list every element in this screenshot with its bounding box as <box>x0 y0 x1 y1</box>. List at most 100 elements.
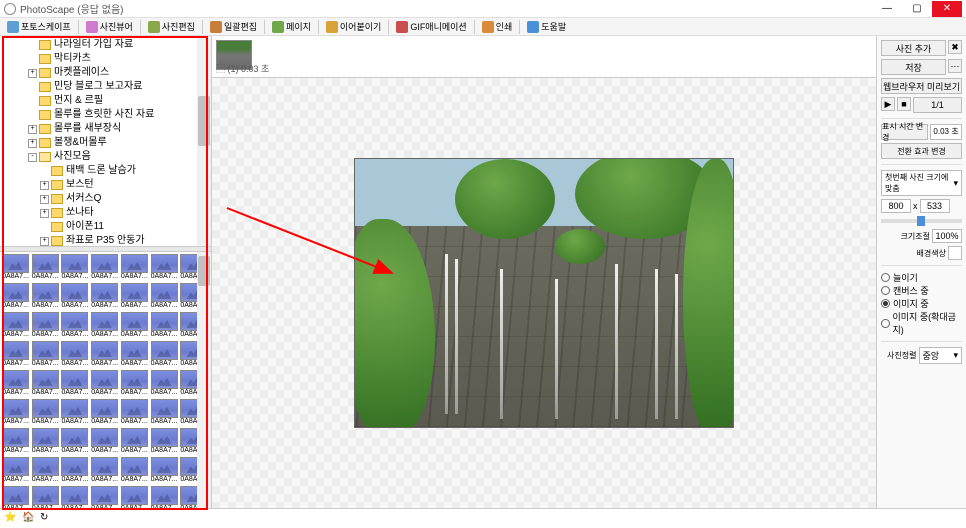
thumbnail[interactable]: 0A8A7... <box>151 370 178 398</box>
thumbnail[interactable]: 0A8A7... <box>121 254 148 282</box>
toolbar-6[interactable]: GIF애니메이션 <box>393 19 469 35</box>
tree-scrollbar[interactable] <box>197 36 211 246</box>
thumbnail[interactable]: 0A8A7... <box>32 399 59 427</box>
height-field[interactable]: 533 <box>920 199 950 213</box>
thumbnail[interactable]: 0A8A7... <box>61 370 88 398</box>
thumbnail[interactable]: 0A8A7... <box>151 457 178 485</box>
thumbnail[interactable]: 0A8A7... <box>2 370 29 398</box>
effect-change-button[interactable]: 전환 효과 변경 <box>881 143 962 159</box>
fit-radio-1[interactable]: 캔버스 중 <box>881 284 962 297</box>
width-field[interactable]: 800 <box>881 199 911 213</box>
fit-radio-0[interactable]: 늘이기 <box>881 271 962 284</box>
thumbnail[interactable]: 0A8A7... <box>61 399 88 427</box>
resize-value[interactable]: 100% <box>932 229 962 243</box>
save-button[interactable]: 저장 <box>881 59 946 75</box>
tree-item[interactable]: +마켓플레이스 <box>4 66 207 80</box>
thumbnail[interactable]: 0A8A7... <box>61 254 88 282</box>
folder-tree[interactable]: 나라일터 가입 자료막티카츠+마켓플레이스민당 블로그 보고자료먼지 & 르필몰… <box>0 36 211 246</box>
tree-item[interactable]: -사진모음 <box>4 150 207 164</box>
thumbnail[interactable]: 0A8A7... <box>32 486 59 508</box>
thumbnail[interactable]: 0A8A7... <box>151 254 178 282</box>
tree-item[interactable]: +쏘나타 <box>4 206 207 220</box>
play-icon[interactable]: ▶ <box>881 97 895 111</box>
toolbar-0[interactable]: 포토스케이프 <box>4 19 74 35</box>
refresh-icon[interactable]: ↻ <box>40 512 54 526</box>
add-photo-button[interactable]: 사진 추가 <box>881 40 946 56</box>
thumbnail[interactable]: 0A8A7... <box>121 341 148 369</box>
thumbnail[interactable]: 0A8A7... <box>121 370 148 398</box>
thumbnail[interactable]: 0A8A7... <box>121 457 148 485</box>
thumbnail[interactable]: 0A8A7... <box>32 254 59 282</box>
toolbar-4[interactable]: 페이지 <box>269 19 314 35</box>
fit-radio-2[interactable]: 이미지 중 <box>881 297 962 310</box>
thumbnail[interactable]: 0A8A7... <box>2 486 29 508</box>
thumbnail[interactable]: 0A8A7... <box>61 283 88 311</box>
thumbnail[interactable]: 0A8A7... <box>91 254 118 282</box>
expand-icon[interactable]: + <box>28 69 37 78</box>
tree-item[interactable]: 민당 블로그 보고자료 <box>4 80 207 94</box>
thumbnail[interactable]: 0A8A7... <box>32 457 59 485</box>
thumbnail[interactable]: 0A8A7... <box>2 254 29 282</box>
expand-icon[interactable]: + <box>28 125 37 134</box>
thumbnail[interactable]: 0A8A7... <box>121 399 148 427</box>
size-mode-select[interactable]: 첫번째 사진 크기에 맞춤▾ <box>881 170 962 196</box>
thumbnail[interactable]: 0A8A7... <box>32 428 59 456</box>
thumbnail[interactable]: 0A8A7... <box>32 370 59 398</box>
thumbnail[interactable]: 0A8A7... <box>121 312 148 340</box>
thumbnail[interactable]: 0A8A7... <box>91 399 118 427</box>
thumbnail[interactable]: 0A8A7... <box>2 312 29 340</box>
thumbnail[interactable]: 0A8A7... <box>32 341 59 369</box>
thumbs-scrollbar[interactable] <box>197 252 211 508</box>
expand-icon[interactable]: + <box>40 209 49 218</box>
thumbnail[interactable]: 0A8A7... <box>61 341 88 369</box>
thumbnail[interactable]: 0A8A7... <box>91 370 118 398</box>
close-button[interactable]: ✕ <box>932 1 962 17</box>
expand-icon[interactable]: + <box>40 195 49 204</box>
thumbnail[interactable]: 0A8A7... <box>61 457 88 485</box>
thumbnail[interactable]: 0A8A7... <box>151 399 178 427</box>
tree-item[interactable]: 태백 드론 날슴가 <box>4 164 207 178</box>
tree-item[interactable]: +좌표로 P35 안동가 <box>4 234 207 246</box>
thumbnail[interactable]: 0A8A7... <box>151 486 178 508</box>
tree-item[interactable]: 나라일터 가입 자료 <box>4 38 207 52</box>
thumbnail[interactable]: 0A8A7... <box>61 312 88 340</box>
stop-icon[interactable]: ■ <box>897 97 911 111</box>
toolbar-3[interactable]: 일괄편집 <box>207 19 260 35</box>
thumbnail[interactable]: 0A8A7... <box>2 457 29 485</box>
thumbnail[interactable]: 0A8A7... <box>91 428 118 456</box>
thumbnail[interactable]: 0A8A7... <box>2 428 29 456</box>
thumbnail[interactable]: 0A8A7... <box>151 283 178 311</box>
thumbnail[interactable]: 0A8A7... <box>2 399 29 427</box>
time-change-button[interactable]: 표시 시간 변경 <box>881 124 928 140</box>
toolbar-2[interactable]: 사진편집 <box>145 19 198 35</box>
bgcolor-swatch[interactable] <box>948 246 962 260</box>
tree-item[interactable]: 막티카츠 <box>4 52 207 66</box>
tree-item[interactable]: 몰루를 흐릿한 사진 자료 <box>4 108 207 122</box>
thumbnail[interactable]: 0A8A7... <box>151 312 178 340</box>
fit-radio-3[interactable]: 이미지 중(확대금지) <box>881 310 962 336</box>
frame-strip[interactable]: ⬚ (1) 0.03 초 <box>212 36 876 78</box>
thumbnail[interactable]: 0A8A7... <box>61 486 88 508</box>
thumbnail[interactable]: 0A8A7... <box>151 428 178 456</box>
tree-item[interactable]: +볼챙&머몰루 <box>4 136 207 150</box>
expand-icon[interactable]: + <box>40 237 49 246</box>
options-icon[interactable]: ⋯ <box>948 59 962 73</box>
align-select[interactable]: 중앙▾ <box>919 347 963 364</box>
minimize-button[interactable]: — <box>872 1 902 17</box>
thumbnail[interactable]: 0A8A7... <box>2 341 29 369</box>
thumbnail[interactable]: 0A8A7... <box>2 283 29 311</box>
resize-slider[interactable] <box>881 219 962 223</box>
tree-item[interactable]: +서커스Q <box>4 192 207 206</box>
thumbnail[interactable]: 0A8A7... <box>91 486 118 508</box>
maximize-button[interactable]: ▢ <box>902 1 932 17</box>
thumbnail[interactable]: 0A8A7... <box>151 341 178 369</box>
tree-item[interactable]: 먼지 & 르필 <box>4 94 207 108</box>
toolbar-8[interactable]: 도움말 <box>524 19 569 35</box>
preview-canvas[interactable] <box>212 78 876 508</box>
expand-icon[interactable]: - <box>28 153 37 162</box>
expand-icon[interactable]: + <box>40 181 49 190</box>
delete-icon[interactable]: ✖ <box>948 40 962 54</box>
thumbnail[interactable]: 0A8A7... <box>121 486 148 508</box>
thumbnail[interactable]: 0A8A7... <box>32 283 59 311</box>
thumbnail[interactable]: 0A8A7... <box>61 428 88 456</box>
